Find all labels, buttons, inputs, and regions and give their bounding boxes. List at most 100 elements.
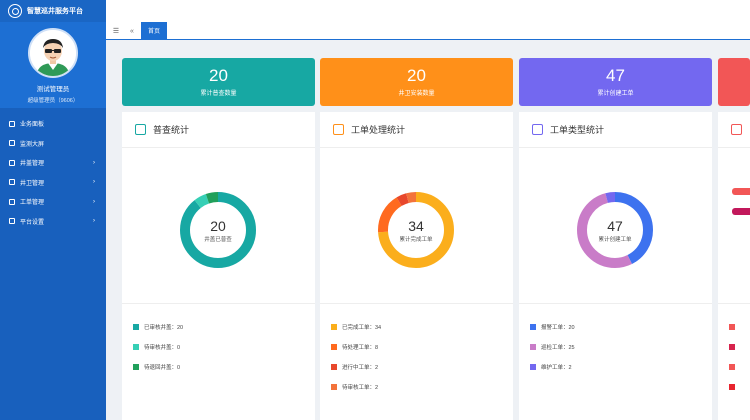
sidebar-item-5[interactable]: 平台设置 › <box>0 212 106 232</box>
brand[interactable]: 智慧巡井服务平台 <box>0 0 106 22</box>
sidebar-item-label: 井盖管理 <box>20 161 45 168</box>
chart-legend: 已完成工单：34 待处理工单：8 进行中工单：2 待审核工单：2 <box>331 317 381 397</box>
panel-title: 普查统计 <box>153 125 190 135</box>
chevron-right-icon: › <box>93 159 95 166</box>
legend-item[interactable]: 待退回井盖：0 <box>133 357 183 377</box>
legend-item[interactable]: 维护工单：2 <box>530 357 575 377</box>
legend-swatch <box>331 384 337 390</box>
stat-card-install[interactable]: 20 井卫安装数量 <box>320 58 513 106</box>
panel-workorder-process: 工单处理统计 34 累计完成工单 已完成工单：34 待处理工单：8 进行中工单：2 待审… <box>320 112 513 420</box>
stat-card-survey[interactable]: 20 累计普查数量 <box>122 58 315 106</box>
legend-swatch <box>530 324 536 330</box>
legend-item[interactable]: 待处理工单：8 <box>331 337 381 357</box>
legend-swatch <box>133 344 139 350</box>
sidebar-item-label: 工单管理 <box>20 200 45 207</box>
monitor-icon <box>9 140 15 147</box>
legend-swatch <box>331 344 337 350</box>
legend-label: 已完成工单：34 <box>342 325 382 331</box>
legend-item[interactable]: 已完成工单：34 <box>331 317 381 337</box>
legend-swatch <box>331 324 337 330</box>
panel-header: 工单处理统计 <box>320 112 513 148</box>
panel-title: 工单处理统计 <box>351 125 406 135</box>
list-icon <box>333 124 344 135</box>
donut-center-label: 井盖已普查 <box>204 235 232 243</box>
legend-label: 已审核井盖：20 <box>144 325 184 331</box>
user-profile: 测试管理员 超级管理员（9606） <box>0 22 106 108</box>
chart-legend: 已审核井盖：20 待审核井盖：0 待退回井盖：0 <box>133 317 183 377</box>
donut-chart: 34累计完成工单 <box>378 192 454 268</box>
donut-chart: 20井盖已普查 <box>180 192 256 268</box>
legend-item[interactable] <box>729 317 740 337</box>
tab-bar: ☰ « 首页 <box>106 22 750 40</box>
sidebar: 智慧巡井服务平台 测试管理员 超级管理员（9606） 业务面板监测大屏井盖管理 ›… <box>0 0 106 420</box>
settings-icon <box>9 218 15 225</box>
sidebar-item-label: 平台设置 <box>20 219 45 226</box>
stat-label: 累计普查数量 <box>200 91 237 97</box>
menu-toggle-icon[interactable]: ☰ <box>109 23 123 39</box>
legend-item[interactable] <box>729 357 740 377</box>
user-role: 超级管理员（9606） <box>27 98 79 104</box>
donut-chart: 47累计创建工单 <box>577 192 653 268</box>
chevron-right-icon: › <box>93 198 95 205</box>
avatar[interactable] <box>28 28 78 78</box>
legend-label: 维护工单：2 <box>541 365 572 371</box>
legend-swatch <box>331 364 337 370</box>
donut-chart <box>732 188 750 215</box>
legend-swatch <box>530 344 536 350</box>
donut-center-value: 34 <box>408 218 424 234</box>
donut-label-pill <box>732 188 750 195</box>
chart-legend <box>729 317 740 397</box>
legend-swatch <box>133 364 139 370</box>
legend-label: 待审核井盖：0 <box>144 345 181 351</box>
legend-label: 待审核工单：2 <box>342 385 379 391</box>
legend-label: 待处理工单：8 <box>342 345 379 351</box>
legend-label: 报警工单：20 <box>541 325 575 331</box>
donut-center-value: 20 <box>210 218 226 234</box>
legend-swatch <box>133 324 139 330</box>
panel-header <box>718 112 750 148</box>
legend-swatch <box>729 364 735 370</box>
panel-survey-stats: 普查统计 20 井盖已普查 已审核井盖：20 待审核井盖：0 待退回井盖：0 <box>122 112 315 420</box>
panel-header: 普查统计 <box>122 112 315 148</box>
legend-item[interactable]: 报警工单：20 <box>530 317 575 337</box>
sidebar-item-2[interactable]: 井盖管理 › <box>0 153 106 173</box>
chevron-right-icon: › <box>93 218 95 225</box>
tab-prev-icon[interactable]: « <box>125 23 139 39</box>
legend-swatch <box>729 324 735 330</box>
stat-value: 47 <box>606 66 625 85</box>
legend-item[interactable]: 待审核工单：2 <box>331 377 381 397</box>
tab-home[interactable]: 首页 <box>141 22 168 39</box>
top-bar <box>106 0 750 22</box>
stat-card-partial[interactable] <box>718 58 750 106</box>
sidebar-item-0[interactable]: 业务面板 <box>0 114 106 134</box>
stat-card-workorders[interactable]: 47 累计创建工单 <box>519 58 712 106</box>
stat-value: 20 <box>209 66 228 85</box>
sidebar-item-label: 业务面板 <box>20 122 45 129</box>
app-title: 智慧巡井服务平台 <box>27 8 83 15</box>
donut-center-value: 47 <box>607 218 623 234</box>
sidebar-item-3[interactable]: 井卫管理 › <box>0 173 106 193</box>
avatar-icon <box>30 30 76 76</box>
panel-partial <box>718 112 750 420</box>
sidebar-item-4[interactable]: 工单管理 › <box>0 192 106 212</box>
legend-item[interactable] <box>729 337 740 357</box>
legend-label: 巡检工单：25 <box>541 345 575 351</box>
sidebar-item-label: 监测大屏 <box>20 141 45 148</box>
panel-workorder-type: 工单类型统计 47 累计创建工单 报警工单：20 巡检工单：25 维护工单：2 <box>519 112 712 420</box>
legend-item[interactable]: 待审核井盖：0 <box>133 337 183 357</box>
legend-swatch <box>729 384 735 390</box>
doc-icon <box>731 124 742 135</box>
legend-item[interactable] <box>729 377 740 397</box>
legend-item[interactable]: 巡检工单：25 <box>530 337 575 357</box>
shield-icon <box>135 124 146 135</box>
legend-swatch <box>729 344 735 350</box>
guard-icon <box>9 179 15 186</box>
manhole-icon <box>9 159 15 166</box>
legend-label: 待退回井盖：0 <box>144 365 181 371</box>
chart-legend: 报警工单：20 巡检工单：25 维护工单：2 <box>530 317 575 377</box>
legend-item[interactable]: 进行中工单：2 <box>331 357 381 377</box>
sidebar-item-1[interactable]: 监测大屏 <box>0 134 106 154</box>
legend-item[interactable]: 已审核井盖：20 <box>133 317 183 337</box>
logo-icon <box>8 4 22 18</box>
legend-label: 进行中工单：2 <box>342 365 379 371</box>
